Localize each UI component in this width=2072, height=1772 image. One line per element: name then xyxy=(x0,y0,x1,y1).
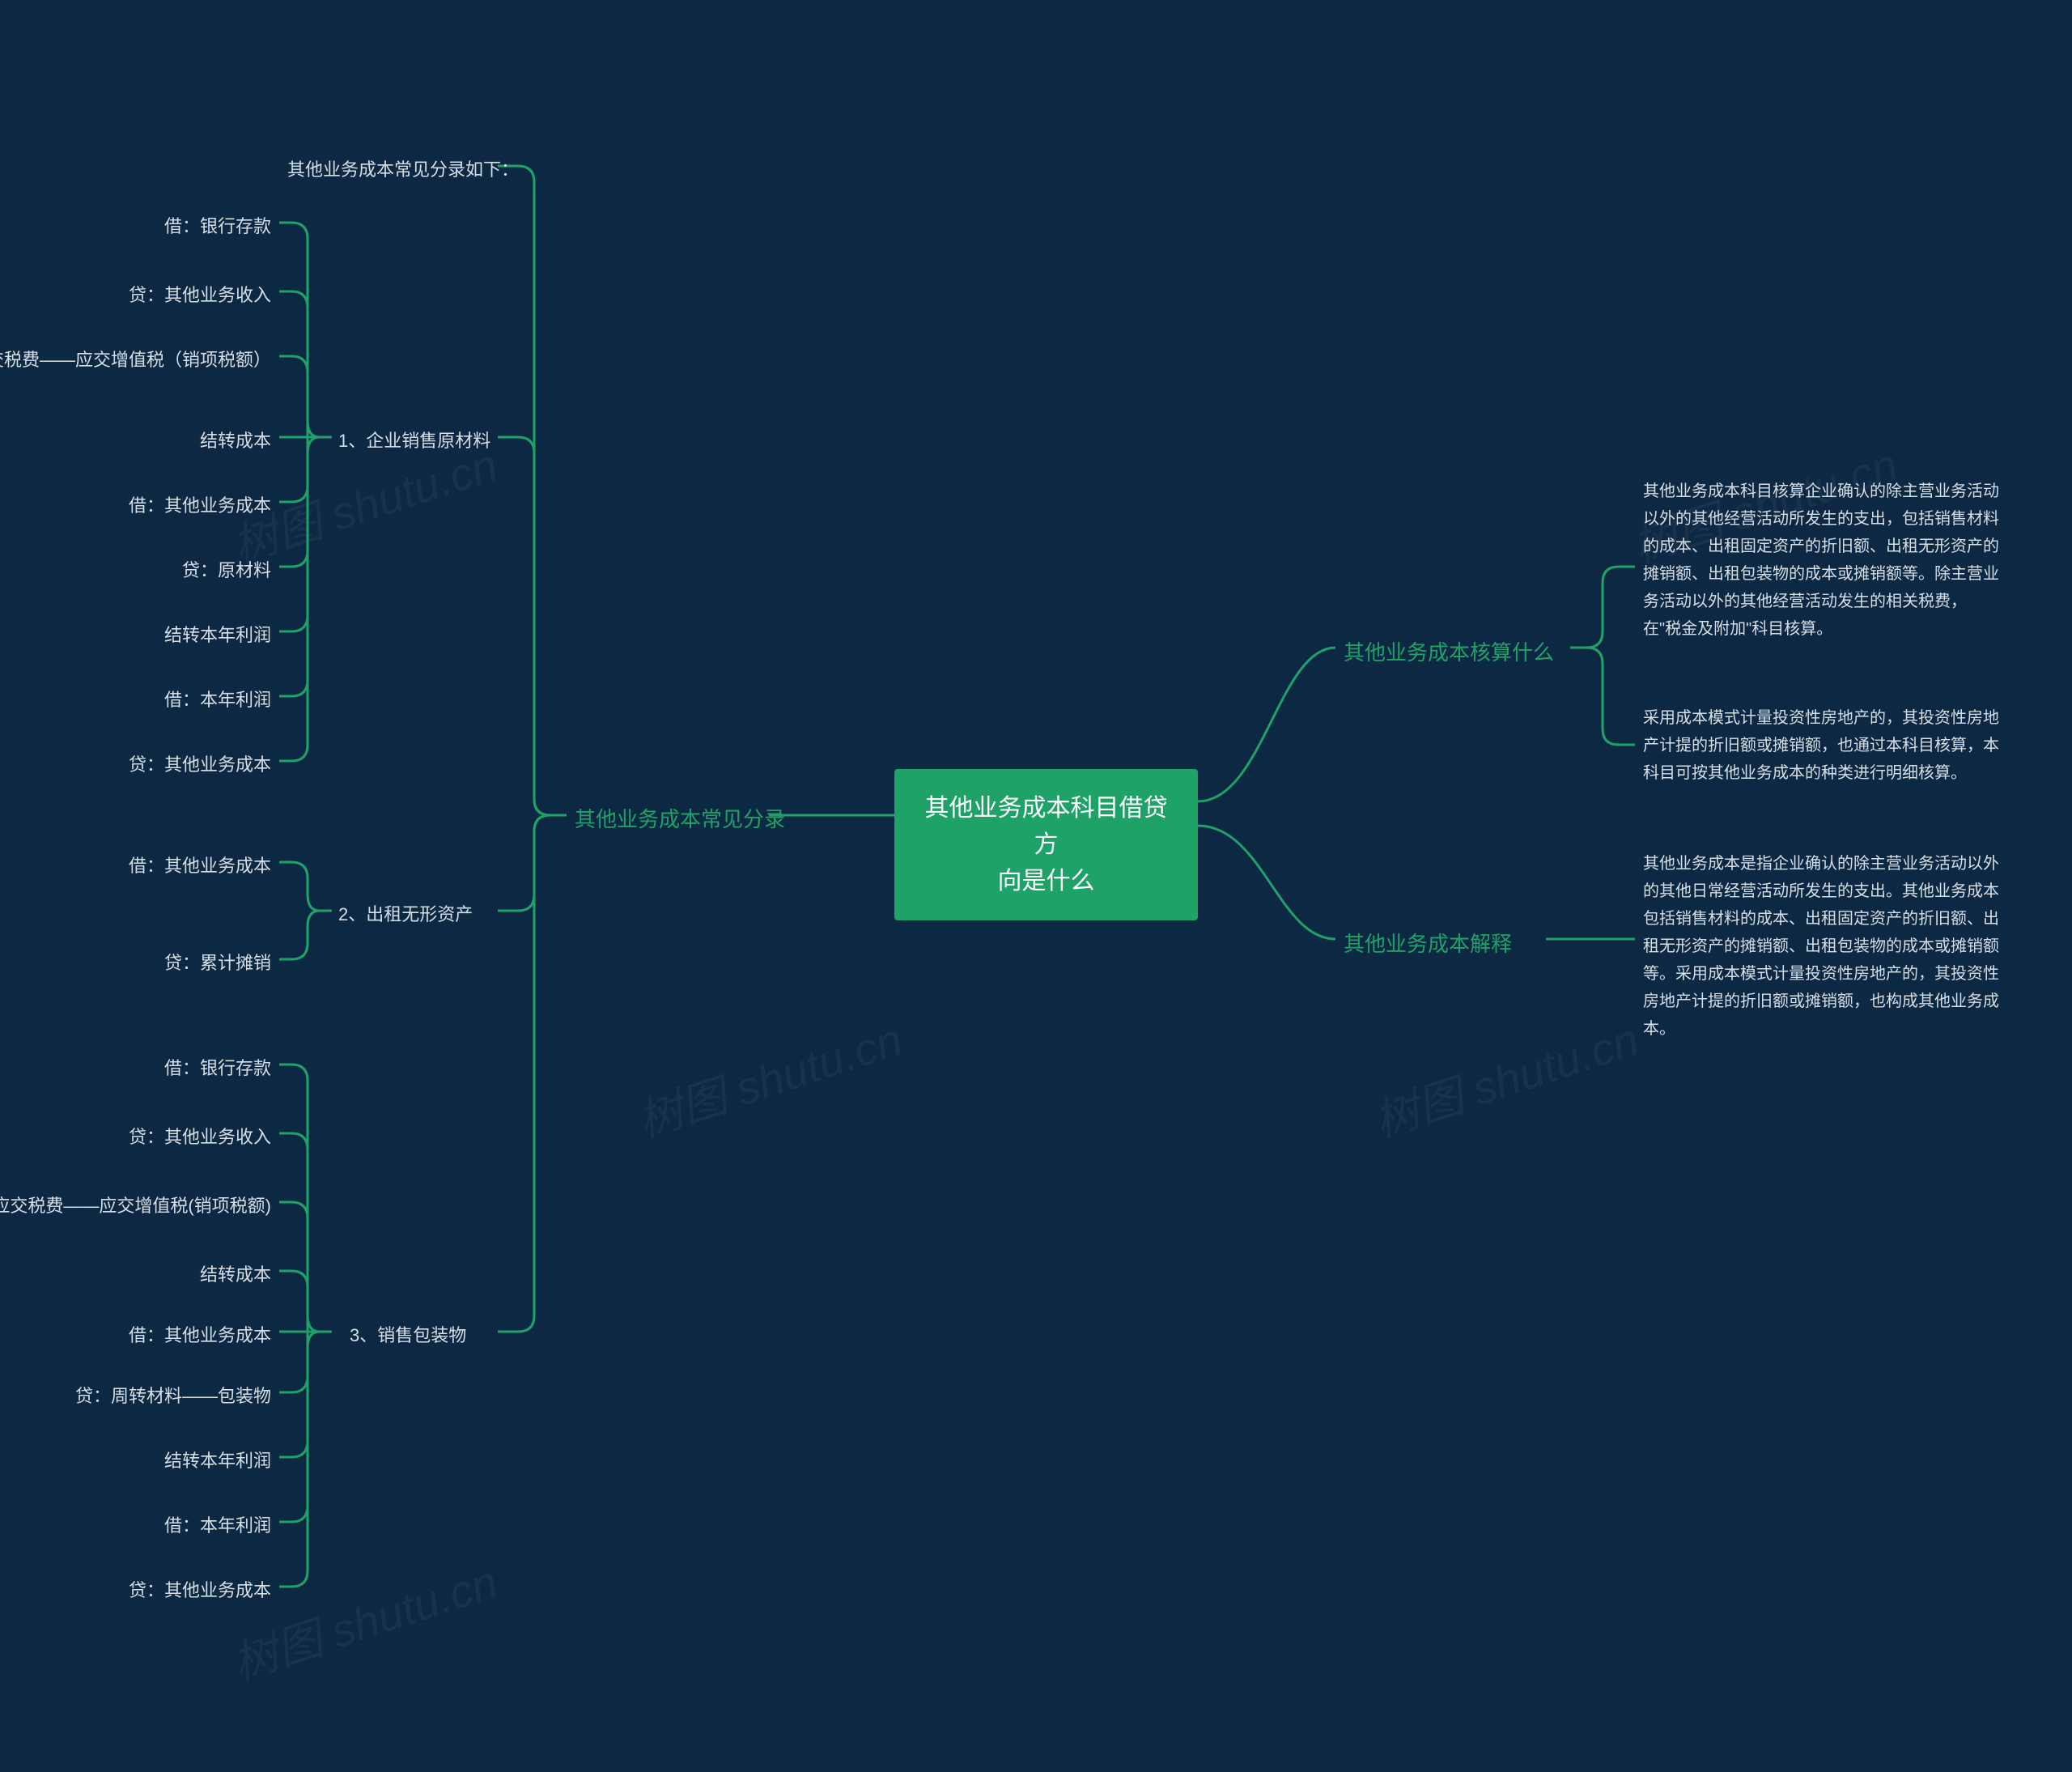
left-sub-3-leaf-0: 借：银行存款 xyxy=(164,1054,271,1080)
left-sub-2: 2、出租无形资产 xyxy=(338,900,473,926)
left-sub-3-leaf-3: 结转成本 xyxy=(200,1260,271,1286)
left-sub-3-leaf-6: 结转本年利润 xyxy=(164,1447,271,1472)
left-sub-1-leaf-8: 贷：其他业务成本 xyxy=(129,750,271,776)
left-sub-1-leaf-2: 应交税费——应交增值税（销项税额） xyxy=(0,346,271,372)
root-line2: 向是什么 xyxy=(998,868,1095,894)
watermark: 树图 shutu.cn xyxy=(223,1546,505,1693)
right-branch-1-desc-1: 其他业务成本科目核算企业确认的除主营业务活动以外的其他经营活动所发生的支出，包括… xyxy=(1643,478,1999,643)
left-sub-1-leaf-7: 借：本年利润 xyxy=(164,686,271,712)
left-sub-3: 3、销售包装物 xyxy=(350,1321,466,1347)
right-branch-1-desc-2: 采用成本模式计量投资性房地产的，其投资性房地产计提的折旧额或摊销额，也通过本科目… xyxy=(1643,704,1999,787)
watermark: 树图 shutu.cn xyxy=(1365,1004,1646,1151)
left-sub-1-leaf-1: 贷：其他业务收入 xyxy=(129,281,271,307)
left-sub-1-leaf-0: 借：银行存款 xyxy=(164,212,271,238)
root-line1: 其他业务成本科目借贷方 xyxy=(925,795,1168,858)
left-sub-2-leaf-0: 借：其他业务成本 xyxy=(129,852,271,878)
left-sub-3-leaf-7: 借：本年利润 xyxy=(164,1511,271,1537)
right-branch-1: 其他业务成本核算什么 xyxy=(1344,636,1554,666)
left-sub-3-leaf-4: 借：其他业务成本 xyxy=(129,1321,271,1347)
left-sub-1: 1、企业销售原材料 xyxy=(338,427,490,453)
left-sub-3-leaf-2: 应交税费——应交增值税(销项税额) xyxy=(0,1192,271,1217)
left-sub-1-leaf-6: 结转本年利润 xyxy=(164,621,271,647)
left-sub-3-leaf-8: 贷：其他业务成本 xyxy=(129,1576,271,1602)
left-sub-3-leaf-5: 贷：周转材料——包装物 xyxy=(75,1382,271,1408)
left-branch: 其他业务成本常见分录 xyxy=(575,803,785,833)
left-sub-1-leaf-4: 借：其他业务成本 xyxy=(129,491,271,517)
root-node: 其他业务成本科目借贷方 向是什么 xyxy=(894,769,1198,920)
left-sub-2-leaf-1: 贷：累计摊销 xyxy=(164,949,271,975)
watermark: 树图 shutu.cn xyxy=(628,1004,910,1151)
left-sub-0: 其他业务成本常见分录如下： xyxy=(287,155,519,181)
left-sub-1-leaf-3: 结转成本 xyxy=(200,427,271,453)
left-sub-1-leaf-5: 贷：原材料 xyxy=(182,556,271,582)
left-sub-3-leaf-1: 贷：其他业务收入 xyxy=(129,1123,271,1149)
right-branch-2-desc: 其他业务成本是指企业确认的除主营业务活动以外的其他日常经营活动所发生的支出。其他… xyxy=(1643,850,1999,1043)
right-branch-2: 其他业务成本解释 xyxy=(1344,928,1512,958)
